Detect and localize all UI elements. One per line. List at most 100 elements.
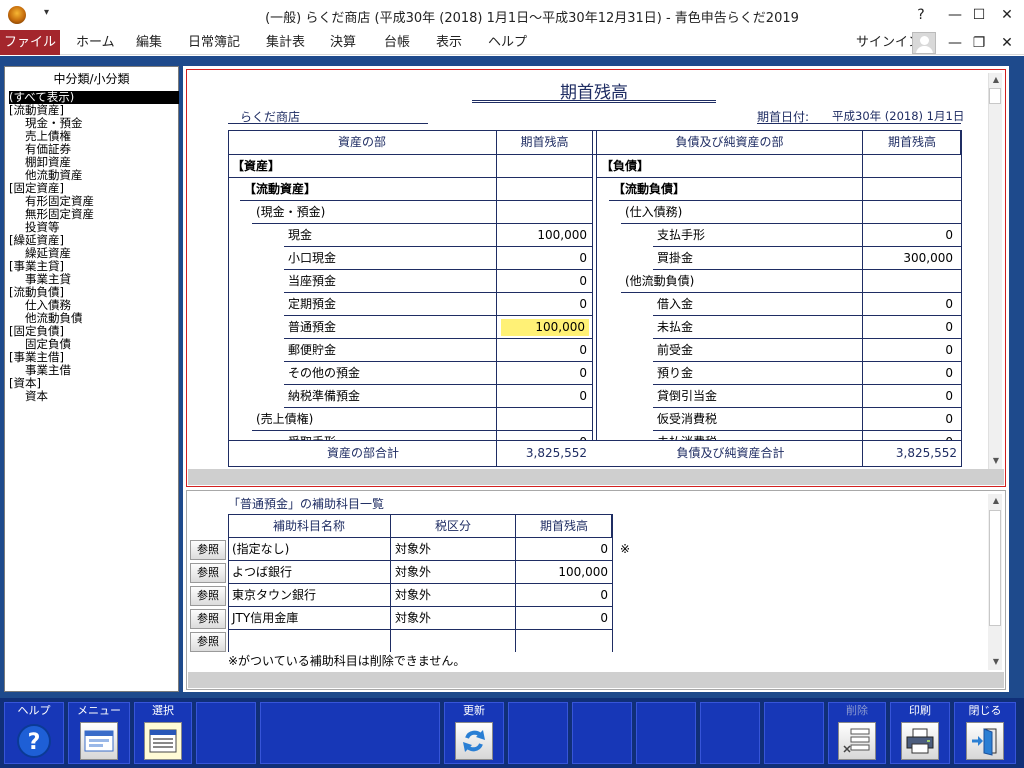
- asset-amount-input[interactable]: 0: [497, 247, 591, 270]
- reference-button[interactable]: 参照: [190, 540, 226, 560]
- sub-account-amount[interactable]: 0: [516, 607, 608, 630]
- reference-button[interactable]: 参照: [190, 632, 226, 652]
- asset-account-name: その他の預金: [288, 366, 361, 380]
- sub-account-row: JTY信用金庫 対象外 0: [228, 607, 612, 630]
- close-button[interactable]: ✕: [990, 0, 1024, 30]
- liability-account-name: 支払手形: [657, 228, 706, 242]
- scroll-thumb[interactable]: [989, 510, 1001, 626]
- help-tool-button[interactable]: ヘルプ ?: [4, 702, 64, 764]
- category-item[interactable]: 資本: [9, 390, 179, 403]
- sub-account-tax[interactable]: 対象外: [395, 607, 431, 630]
- menu-help[interactable]: ヘルプ: [476, 30, 539, 55]
- liability-amount-input[interactable]: 0: [863, 316, 961, 339]
- asset-amount-input[interactable]: 0: [497, 339, 591, 362]
- liability-amount-input[interactable]: [863, 201, 961, 224]
- liability-amount-input[interactable]: 0: [863, 385, 961, 408]
- liability-amount-input[interactable]: 300,000: [863, 247, 961, 270]
- liability-amount-input[interactable]: 0: [863, 408, 961, 431]
- select-tool-label: 選択: [152, 704, 174, 717]
- menu-closing[interactable]: 決算: [318, 30, 368, 55]
- delete-tool-button[interactable]: 削除: [828, 702, 886, 764]
- scroll-up-icon[interactable]: ▲: [989, 494, 1003, 508]
- sub-horizontal-scrollbar[interactable]: [188, 672, 1004, 688]
- sub-account-title: 「普通預金」の補助科目一覧: [228, 497, 385, 511]
- help-tool-label: ヘルプ: [17, 704, 51, 717]
- reference-button[interactable]: 参照: [190, 563, 226, 583]
- empty-tool-slot: [196, 702, 256, 764]
- sub-account-amount[interactable]: [516, 630, 608, 653]
- sheet-row: 普通預金 100,000 未払金 0: [228, 316, 962, 339]
- category-panel-title: 中分類/小分類: [53, 72, 130, 86]
- liability-amount-input[interactable]: 0: [863, 362, 961, 385]
- doc-close-button[interactable]: ✕: [990, 30, 1024, 55]
- menu-tool-button[interactable]: メニュー: [68, 702, 130, 764]
- sub-account-name[interactable]: (指定なし): [232, 538, 289, 561]
- sub-account-name[interactable]: よつば銀行: [232, 561, 292, 584]
- door-exit-icon: [966, 722, 1004, 760]
- sub-account-row: よつば銀行 対象外 100,000: [228, 561, 612, 584]
- close-tool-button[interactable]: 閉じる: [954, 702, 1016, 764]
- menu-edit[interactable]: 編集: [124, 30, 174, 55]
- menu-tool-label: メニュー: [77, 704, 121, 717]
- sub-account-amount[interactable]: 100,000: [516, 561, 608, 584]
- asset-amount-input[interactable]: 0: [497, 293, 591, 316]
- sheet-vertical-scrollbar[interactable]: [988, 73, 1002, 469]
- liability-amount-input[interactable]: 0: [863, 293, 961, 316]
- asset-account-name: 普通預金: [288, 320, 337, 334]
- reference-button[interactable]: 参照: [190, 609, 226, 629]
- asset-amount-input[interactable]: 100,000: [497, 224, 591, 247]
- sub-account-amount[interactable]: 0: [516, 584, 608, 607]
- asset-amount-input[interactable]: [497, 155, 591, 178]
- reference-button[interactable]: 参照: [190, 586, 226, 606]
- asset-amount-input[interactable]: 0: [497, 362, 591, 385]
- menu-daily-bookkeeping[interactable]: 日常簿記: [176, 30, 252, 55]
- scroll-up-icon[interactable]: ▲: [989, 73, 1003, 87]
- liability-amount-input[interactable]: [863, 155, 961, 178]
- menu-summary[interactable]: 集計表: [254, 30, 317, 55]
- asset-amount-input[interactable]: [497, 201, 591, 224]
- select-tool-button[interactable]: 選択: [134, 702, 192, 764]
- asset-amount-input[interactable]: 0: [497, 270, 591, 293]
- sheet-row: 納税準備預金 0 貸倒引当金 0: [228, 385, 962, 408]
- delete-icon: [838, 722, 876, 760]
- asset-amount-input[interactable]: [497, 178, 591, 201]
- refresh-tool-button[interactable]: 更新: [444, 702, 504, 764]
- print-tool-button[interactable]: 印刷: [890, 702, 950, 764]
- grid-line: [612, 514, 613, 652]
- liability-amount-input[interactable]: 0: [863, 339, 961, 362]
- sub-account-amount[interactable]: 0: [516, 538, 608, 561]
- asset-amount-input[interactable]: 0: [497, 385, 591, 408]
- company-underline: [228, 123, 428, 124]
- asset-amount-input[interactable]: [497, 408, 591, 431]
- asset-account-name: 【流動資産】: [244, 182, 317, 196]
- sub-header-amount: 期首残高: [539, 519, 588, 533]
- liability-amount-input[interactable]: 0: [863, 224, 961, 247]
- menu-file[interactable]: ファイル: [0, 30, 60, 55]
- sub-account-name[interactable]: 東京タウン銀行: [232, 584, 316, 607]
- sheet-horizontal-scrollbar[interactable]: [188, 469, 1004, 485]
- asset-amount-input[interactable]: 0: [497, 431, 591, 440]
- liability-amount-input[interactable]: [863, 270, 961, 293]
- help-button[interactable]: ?: [904, 0, 938, 30]
- assets-total-value: 3,825,552: [525, 446, 587, 460]
- sub-account-tax[interactable]: 対象外: [395, 561, 431, 584]
- sub-account-row: [228, 630, 612, 653]
- liability-account-name: 借入金: [657, 297, 694, 311]
- scroll-down-icon[interactable]: ▼: [989, 454, 1003, 468]
- liability-account-name: (仕入債務): [625, 205, 683, 219]
- sheet-row: 小口現金 0 買掛金 300,000: [228, 247, 962, 270]
- sub-account-name[interactable]: JTY信用金庫: [232, 607, 298, 630]
- menu-view[interactable]: 表示: [424, 30, 474, 55]
- liability-amount-input[interactable]: 0: [863, 431, 961, 440]
- scroll-thumb[interactable]: [989, 88, 1001, 104]
- liability-amount-input[interactable]: [863, 178, 961, 201]
- asset-amount-input[interactable]: 100,000: [501, 319, 589, 336]
- svg-text:?: ?: [28, 730, 41, 755]
- sub-account-tax[interactable]: 対象外: [395, 584, 431, 607]
- sub-account-tax[interactable]: 対象外: [395, 538, 431, 561]
- menu-home[interactable]: ホーム: [64, 30, 127, 55]
- scroll-down-icon[interactable]: ▼: [989, 655, 1003, 669]
- refresh-tool-label: 更新: [463, 704, 485, 717]
- menu-ledger[interactable]: 台帳: [372, 30, 422, 55]
- avatar[interactable]: [912, 32, 936, 54]
